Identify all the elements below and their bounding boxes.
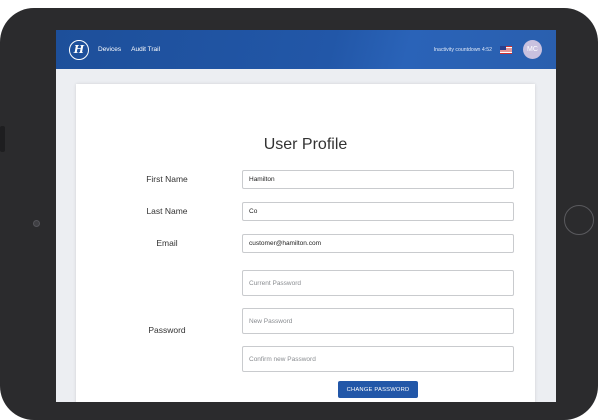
inactivity-countdown: Inactivity countdown 4:52 — [433, 46, 492, 53]
first-name-field[interactable]: Hamilton — [242, 170, 514, 189]
confirm-password-field[interactable]: Confirm new Password — [242, 346, 514, 372]
nav-audit-trail-link[interactable]: Audit Trail — [131, 46, 160, 53]
hamilton-logo-icon[interactable]: H — [69, 39, 89, 60]
email-label: Email — [156, 238, 178, 248]
app-screen: H Devices Audit Trail Inactivity countdo… — [56, 30, 556, 402]
new-password-field[interactable]: New Password — [242, 308, 514, 334]
user-profile-card: User Profile First Name Hamilton Last Na… — [76, 84, 535, 402]
email-field[interactable]: customer@hamilton.com — [242, 234, 514, 253]
password-label: Password — [148, 325, 186, 335]
tablet-side-button — [0, 126, 5, 152]
change-password-button[interactable]: CHANGE PASSWORD — [338, 381, 418, 398]
last-name-field[interactable]: Co — [242, 202, 514, 221]
nav-devices-link[interactable]: Devices — [98, 46, 121, 53]
user-avatar[interactable]: MC — [523, 40, 542, 59]
current-password-field[interactable]: Current Password — [242, 270, 514, 296]
page-title: User Profile — [263, 136, 348, 153]
first-name-label: First Name — [146, 174, 188, 184]
tablet-camera — [33, 220, 40, 227]
last-name-label: Last Name — [146, 206, 188, 216]
top-navigation-bar: H Devices Audit Trail Inactivity countdo… — [56, 30, 556, 69]
tablet-home-button[interactable] — [564, 205, 594, 235]
us-flag-language-icon[interactable] — [500, 45, 512, 54]
